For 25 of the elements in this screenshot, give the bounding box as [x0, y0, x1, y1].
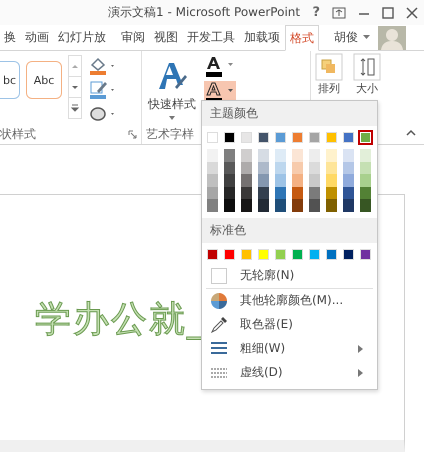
size-button[interactable]: 大小 [353, 53, 381, 95]
ribbon-tab[interactable]: 加载项 [240, 25, 284, 50]
window-title: 演示文稿1 - Microsoft PowerPoint [108, 4, 300, 21]
ribbon-tab[interactable]: 幻灯片放 [54, 25, 110, 50]
menu-item[interactable]: 取色器(E) [202, 312, 377, 337]
ribbon-tab[interactable]: 格式 [285, 25, 319, 51]
section-header: 主题颜色 [202, 101, 377, 126]
menu-item[interactable]: 无轮廓(N) [202, 264, 377, 288]
shape-style-thumbnail[interactable]: bc [0, 61, 20, 99]
ribbon-tab[interactable]: 审阅 [117, 25, 149, 50]
menu-item[interactable]: 虚线(D) [202, 360, 377, 385]
group-label: 艺术字样 [146, 126, 194, 143]
ribbon-tab[interactable]: 换 [0, 25, 20, 50]
menu-item[interactable]: 粗细(W) [202, 336, 377, 361]
quick-styles-button[interactable]: 快速样式 [146, 55, 198, 125]
ribbon-tab[interactable]: 视图 [150, 25, 182, 50]
ribbon-tab[interactable]: 动画 [21, 25, 53, 50]
user-menu[interactable]: 胡俊 [330, 25, 374, 50]
menu-item[interactable]: 其他轮廓颜色(M)... [202, 288, 377, 313]
group-label: 状样式 [0, 126, 36, 143]
section-header: 标准色 [202, 218, 377, 243]
help-button[interactable]: ? [312, 5, 320, 20]
ribbon-tab[interactable]: 开发工具 [183, 25, 239, 50]
shape-style-thumbnail[interactable]: Abc [26, 61, 62, 99]
arrange-button[interactable]: 排列 [315, 53, 343, 95]
